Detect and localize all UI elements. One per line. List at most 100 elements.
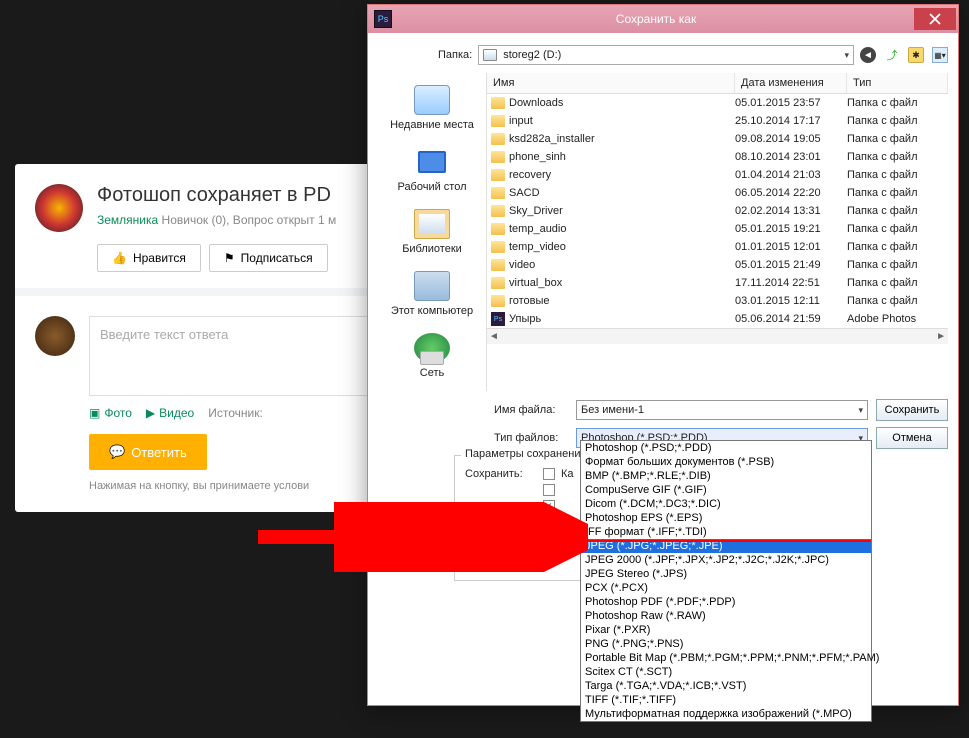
answer-avatar[interactable]	[35, 316, 75, 356]
file-list: Имя Дата изменения Тип Downloads05.01.20…	[486, 73, 948, 391]
filetype-option[interactable]: Scitex CT (*.SCT)	[581, 665, 871, 679]
filetype-option[interactable]: Dicom (*.DCM;*.DC3;*.DIC)	[581, 497, 871, 511]
folder-icon	[491, 277, 505, 289]
folder-icon	[491, 115, 505, 127]
answer-button[interactable]: 💬Ответить	[89, 434, 207, 470]
author-link[interactable]: Земляника	[97, 213, 158, 227]
list-item[interactable]: temp_audio05.01.2015 19:21Папка с файл	[487, 220, 948, 238]
folder-icon	[491, 97, 505, 109]
folder-icon	[491, 151, 505, 163]
filetype-option[interactable]: JPEG 2000 (*.JPF;*.JPX;*.JP2;*.J2C;*.J2K…	[581, 553, 871, 567]
place-network[interactable]: Сеть	[378, 325, 486, 387]
filetype-option[interactable]: Portable Bit Map (*.PBM;*.PGM;*.PPM;*.PN…	[581, 651, 871, 665]
list-item[interactable]: Downloads05.01.2015 23:57Папка с файл	[487, 94, 948, 112]
back-icon[interactable]: ◄	[860, 47, 876, 63]
filetype-option[interactable]: CompuServe GIF (*.GIF)	[581, 483, 871, 497]
list-item[interactable]: phone_sinh08.10.2014 23:01Папка с файл	[487, 148, 948, 166]
source-label: Источник:	[208, 406, 263, 420]
h-scrollbar[interactable]: ◄►	[487, 328, 948, 344]
checkbox-icc[interactable]	[543, 532, 555, 544]
filetype-label: Тип файлов:	[494, 432, 568, 444]
filetype-option[interactable]: Формат больших документов (*.PSB)	[581, 455, 871, 469]
folder-icon	[491, 259, 505, 271]
close-button[interactable]	[914, 8, 956, 30]
filetype-option[interactable]: Photoshop Raw (*.RAW)	[581, 609, 871, 623]
folder-select[interactable]: storeg2 (D:) ▾	[478, 45, 854, 65]
camera-icon: ▣	[89, 406, 100, 420]
filetype-option[interactable]: Photoshop EPS (*.EPS)	[581, 511, 871, 525]
options-title: Параметры сохранения	[461, 448, 590, 460]
filetype-dropdown-list[interactable]: Photoshop (*.PSD;*.PDD)Формат больших до…	[580, 440, 872, 722]
filename-label: Имя файла:	[494, 404, 568, 416]
filetype-option[interactable]: Pixar (*.PXR)	[581, 623, 871, 637]
drive-icon	[483, 49, 497, 61]
checkbox-2[interactable]	[543, 484, 555, 496]
filetype-option[interactable]: Photoshop PDF (*.PDF;*.PDP)	[581, 595, 871, 609]
place-libraries[interactable]: Библиотеки	[378, 201, 486, 263]
opt-save-label: Сохранить:	[465, 468, 537, 480]
folder-icon	[491, 295, 505, 307]
add-video-link[interactable]: ▶Видео	[146, 406, 194, 420]
subscribe-button[interactable]: ⚑Подписаться	[209, 244, 328, 272]
place-desktop[interactable]: Рабочий стол	[378, 139, 486, 201]
list-item[interactable]: temp_video01.01.2015 12:01Папка с файл	[487, 238, 948, 256]
annotation-underline	[451, 540, 871, 542]
filetype-option[interactable]: Мультиформатная поддержка изображений (*…	[581, 707, 871, 721]
psd-icon: Ps	[491, 312, 505, 326]
scroll-right-icon: ►	[936, 331, 946, 342]
checkbox-copy[interactable]	[543, 468, 555, 480]
filetype-option[interactable]: IFF формат (*.IFF;*.TDI)	[581, 525, 871, 539]
photoshop-icon: Ps	[374, 10, 392, 28]
filetype-option[interactable]: Photoshop (*.PSD;*.PDD)	[581, 441, 871, 455]
scroll-left-icon: ◄	[489, 331, 499, 342]
filetype-option[interactable]: PCX (*.PCX)	[581, 581, 871, 595]
filetype-option[interactable]: PNG (*.PNG;*.PNS)	[581, 637, 871, 651]
new-folder-icon[interactable]: ✱	[908, 47, 924, 63]
checkbox-thumb[interactable]	[465, 556, 477, 568]
post-meta: Земляника Новичок (0), Вопрос открыт 1 м	[97, 213, 336, 227]
folder-icon	[491, 169, 505, 181]
add-photo-link[interactable]: ▣Фото	[89, 406, 132, 420]
chevron-down-icon: ▾	[858, 405, 863, 416]
filetype-option[interactable]: BMP (*.BMP;*.RLE;*.DIB)	[581, 469, 871, 483]
cancel-button[interactable]: Отмена	[876, 427, 948, 449]
chevron-down-icon: ▾	[844, 50, 849, 61]
list-item[interactable]: ksd282a_installer09.08.2014 19:05Папка с…	[487, 130, 948, 148]
folder-icon	[491, 241, 505, 253]
col-header-type[interactable]: Тип	[847, 73, 948, 93]
folder-label: Папка:	[438, 49, 472, 61]
post-title: Фотошоп сохраняет в PD	[97, 184, 336, 207]
filename-input[interactable]: Без имени-1▾	[576, 400, 868, 420]
avatar[interactable]	[35, 184, 83, 232]
list-item[interactable]: virtual_box17.11.2014 22:51Папка с файл	[487, 274, 948, 292]
folder-icon	[491, 133, 505, 145]
filetype-option[interactable]: Targa (*.TGA;*.VDA;*.ICB;*.VST)	[581, 679, 871, 693]
like-button[interactable]: 👍Нравится	[97, 244, 201, 272]
folder-icon	[491, 205, 505, 217]
list-item[interactable]: input25.10.2014 17:17Папка с файл	[487, 112, 948, 130]
list-item[interactable]: recovery01.04.2014 21:03Папка с файл	[487, 166, 948, 184]
filetype-option[interactable]: JPEG Stereo (*.JPS)	[581, 567, 871, 581]
place-this-pc[interactable]: Этот компьютер	[378, 263, 486, 325]
up-icon[interactable]: ⤴	[884, 47, 900, 63]
checkbox-3[interactable]	[543, 500, 555, 512]
folder-icon	[491, 187, 505, 199]
col-header-date[interactable]: Дата изменения	[735, 73, 847, 93]
folder-icon	[491, 223, 505, 235]
speech-icon: 💬	[109, 444, 125, 460]
filetype-option[interactable]: TIFF (*.TIF;*.TIFF)	[581, 693, 871, 707]
play-icon: ▶	[146, 406, 155, 420]
save-button[interactable]: Сохранить	[876, 399, 948, 421]
place-recent[interactable]: Недавние места	[378, 77, 486, 139]
list-item[interactable]: SACD06.05.2014 22:20Папка с файл	[487, 184, 948, 202]
col-header-name[interactable]: Имя	[487, 73, 735, 93]
places-sidebar: Недавние места Рабочий стол Библиотеки Э…	[378, 73, 486, 391]
dialog-title: Сохранить как	[398, 12, 914, 26]
list-item[interactable]: готовые03.01.2015 12:11Папка с файл	[487, 292, 948, 310]
views-icon[interactable]: ▦▾	[932, 47, 948, 63]
list-item[interactable]: PsУпырь05.06.2014 21:59Adobe Photos	[487, 310, 948, 328]
titlebar[interactable]: Ps Сохранить как	[368, 5, 958, 33]
flag-icon: ⚑	[224, 251, 235, 265]
list-item[interactable]: video05.01.2015 21:49Папка с файл	[487, 256, 948, 274]
list-item[interactable]: Sky_Driver02.02.2014 13:31Папка с файл	[487, 202, 948, 220]
